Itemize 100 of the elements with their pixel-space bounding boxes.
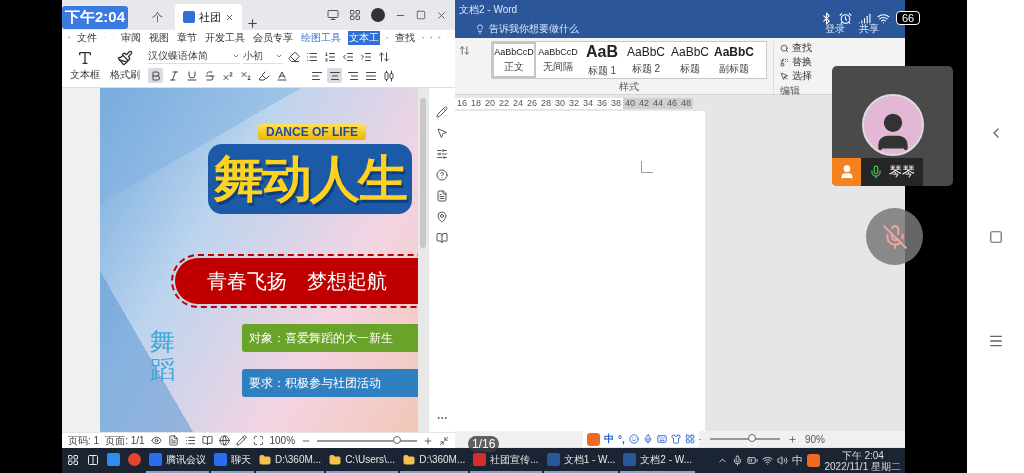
font-size-select[interactable]: 小初 [243,49,283,64]
pencil-icon[interactable] [436,106,448,118]
eraser-icon[interactable] [286,49,301,64]
read-view-icon[interactable] [201,435,213,446]
grid-icon[interactable] [684,434,695,444]
web-view-icon[interactable] [218,435,230,446]
sign-in-link[interactable]: 登录 [825,22,845,36]
share-link[interactable]: 共享 [859,22,879,36]
zoom-level[interactable]: 100% [269,435,296,446]
zoom-level[interactable]: 90% [805,433,825,445]
signal-icon [858,11,871,25]
maximize-icon[interactable] [416,10,426,20]
battery-icon[interactable] [747,455,759,466]
keyboard-icon[interactable] [656,434,667,444]
eye-icon[interactable] [150,435,162,446]
edit-command[interactable]: 查找 [780,41,812,55]
format-painter-button[interactable]: 格式刷 [108,50,142,82]
windows-logo-icon[interactable] [67,453,79,466]
fit-icon[interactable] [252,435,264,446]
menu-item[interactable]: 文本工 [347,30,380,45]
menu-item[interactable]: 开发工具 [203,30,246,45]
outline-view-icon[interactable] [184,435,196,446]
smiley-icon[interactable] [628,434,639,444]
taskbar-item[interactable]: D:\360M... [256,448,325,473]
menu-item[interactable]: 审阅 [119,30,142,45]
caret-icon [275,52,283,60]
sliders-icon[interactable] [436,148,448,160]
paintbrush-icon [117,50,133,66]
edit-command[interactable]: 选择 [780,69,812,83]
close-icon[interactable] [225,12,234,22]
tell-me-field[interactable]: 告诉我你想要做什么 [489,22,579,36]
meeting-app-icon [214,453,227,466]
help-icon[interactable] [436,169,448,181]
home-icon[interactable] [988,229,1003,244]
menu-item[interactable]: 视图 [147,30,170,45]
network-icon[interactable] [762,455,774,466]
grid-icon[interactable] [349,9,361,21]
volume-icon[interactable] [777,455,789,466]
menu-item[interactable]: 文件 [76,30,99,45]
page-number: 页码: 1 [68,433,100,448]
zoom-in-icon[interactable] [422,435,433,446]
menu-item[interactable]: 会员专享 [251,30,294,45]
align-center-button[interactable] [327,68,342,83]
zoom-slider-thumb[interactable] [393,435,401,444]
page-count: 页面: 1/1 [105,433,145,448]
style-option[interactable]: AaBbC 标题 [668,42,712,78]
numbered-list-icon[interactable] [322,49,337,64]
font-select[interactable]: 汉仪蝶语体简 [148,49,240,64]
input-method-icon[interactable] [807,454,821,467]
wifi-icon [877,11,890,25]
wps-app-icon [473,453,487,466]
style-option[interactable]: AaBbCcD 正文 [492,42,536,78]
word-app-icon [623,453,637,466]
pencil-icon[interactable] [235,435,247,446]
pin-icon[interactable] [436,211,448,223]
find-icon [780,43,789,53]
text-box-button[interactable]: 文本框 [68,50,102,82]
clock[interactable]: 下午 2:04 2022/11/1 星期二 [824,449,903,472]
zoom-slider-thumb[interactable] [748,434,756,442]
style-option[interactable]: AaBbC 副标题 [712,42,756,78]
folder-icon [329,453,342,466]
taskbar-item[interactable]: C:\Users\... [326,448,399,473]
style-option[interactable]: AaBbCcD 无间隔 [536,42,580,78]
close-icon[interactable] [436,9,447,21]
scrollbar-thumb[interactable] [420,98,426,248]
user-avatar[interactable] [371,8,385,22]
sort-icon[interactable] [376,49,391,64]
zoom-in-icon[interactable] [788,434,797,444]
task-view-icon[interactable] [87,453,99,466]
input-language[interactable]: 中 [792,453,804,468]
taskbar-item[interactable]: 腾讯会议 [146,448,209,473]
pointer-icon[interactable] [436,127,448,139]
style-option[interactable]: AaB 标题 1 [580,42,624,78]
shirt-icon[interactable] [670,434,681,444]
browser-icon[interactable] [128,453,141,466]
bold-button[interactable] [148,68,163,83]
fullscreen-icon[interactable] [438,435,449,446]
document-icon[interactable] [436,190,448,202]
style-option[interactable]: AaBbC 标题 2 [624,42,668,78]
page-view-icon[interactable] [167,435,179,446]
search-link[interactable]: 查找 [394,30,416,45]
window-title: 文档2 - Word [459,3,518,17]
document-tab[interactable]: 个 [144,4,171,30]
taskbar-item[interactable]: 聊天 [211,448,254,473]
document-tab[interactable]: 社团 [175,4,242,30]
edit-command[interactable]: 替换 [780,55,812,69]
margin-mark [641,161,653,173]
battery-level: 66 [896,11,921,25]
mic-icon[interactable] [732,455,744,466]
menu-item[interactable]: 绘图工具 [299,30,342,45]
new-tab-icon[interactable] [246,17,259,30]
align-distribute-button[interactable] [381,68,396,83]
taskbar-item[interactable]: 文档2 - W... [620,448,695,473]
screen-icon[interactable] [327,9,339,21]
mic-icon[interactable] [642,434,653,444]
menu-item[interactable]: 章节 [175,30,198,45]
book-icon[interactable] [436,232,448,244]
taskbar-item[interactable]: D:\360M... [400,448,469,473]
taskbar-item[interactable]: 文档1 - W... [543,448,619,473]
group-label: 编辑 [780,84,801,98]
